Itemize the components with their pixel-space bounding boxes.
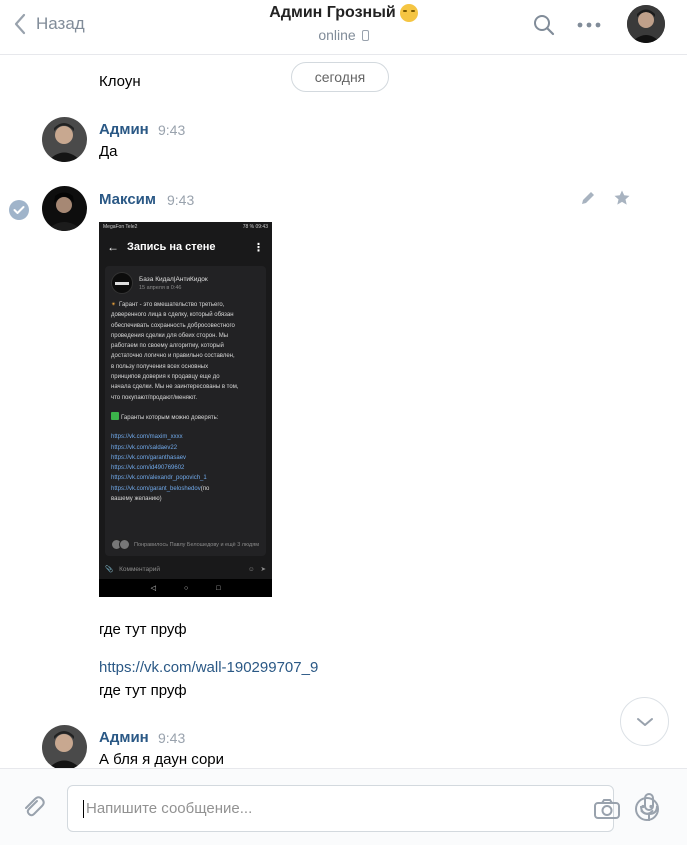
message-time: 9:43	[167, 192, 195, 208]
wall-post: База Кидал|АнтиКидок 15 апреля в 0:46 ✴ Г…	[105, 266, 266, 556]
post-link: https://vk.com/id490769602	[111, 465, 185, 472]
status-right: 78 % 09:43	[242, 224, 268, 230]
post-likes: Понравилось Павлу Белошедову и ещё 3 люд…	[111, 539, 259, 550]
phone-status-bar: MegaFon Tele2 78 % 09:43	[99, 222, 272, 232]
android-nav-bar: ◁ ○ □	[99, 579, 272, 597]
search-button[interactable]	[529, 10, 559, 40]
post-line: Гарант - это вмешательство третьего,	[119, 302, 225, 308]
checkmark-icon	[111, 411, 119, 420]
post-line: в пользу получения всех основных	[111, 363, 209, 370]
likes-text: Понравилось Павлу Белошедову и ещё 3 люд…	[134, 541, 259, 548]
post-date: 15 апреля в 0:46	[139, 284, 182, 291]
message-author[interactable]: Админ	[99, 729, 149, 746]
post-line: принципов доверия к продавцу еще до	[111, 374, 220, 381]
emoji-icon	[399, 4, 418, 22]
paperclip-icon	[25, 796, 45, 817]
avatar[interactable]	[42, 117, 87, 162]
status-left: MegaFon Tele2	[103, 224, 138, 230]
composer: Напишите сообщение...	[0, 768, 687, 845]
message-text: где тут пруф	[99, 621, 187, 638]
check-icon[interactable]	[9, 200, 29, 220]
status-text: online	[318, 27, 356, 43]
message-time: 9:43	[158, 730, 186, 746]
star-icon	[614, 190, 630, 205]
pencil-icon	[582, 192, 594, 204]
avatar[interactable]	[42, 725, 87, 768]
message-time: 9:43	[158, 122, 186, 138]
chat-title-text: Админ Грозный	[269, 4, 396, 21]
camera-button[interactable]	[593, 797, 621, 821]
chevron-down-icon	[636, 717, 653, 726]
smile-icon: ☺	[247, 565, 255, 573]
message-link[interactable]: https://vk.com/wall-190299707_9	[99, 659, 318, 676]
more-button[interactable]	[574, 10, 604, 40]
scroll-down-button[interactable]	[620, 697, 669, 746]
photo-attachment[interactable]: MegaFon Tele2 78 % 09:43 ← Запись на сте…	[99, 222, 272, 597]
post-line: обеспечивать сохранность добросовестного	[111, 322, 235, 329]
post-line: доверенного лица в сделку, который обяза…	[111, 312, 234, 319]
favorite-button[interactable]	[612, 188, 632, 208]
message-text: Да	[99, 143, 118, 160]
message-author[interactable]: Максим	[99, 191, 156, 208]
post-line: что покупают/продают/меняют.	[111, 394, 198, 401]
send-icon: ➤	[260, 566, 266, 573]
post-body: ✴ Гарант - это вмешательство третьего, до…	[111, 300, 260, 504]
post-line: (по	[200, 485, 210, 492]
message-input[interactable]: Напишите сообщение...	[67, 785, 659, 832]
post-author: База Кидал|АнтиКидок	[139, 275, 208, 283]
comment-bar: 📎 Комментарий ☺ ➤	[99, 559, 272, 579]
message-text: Клоун	[99, 73, 141, 90]
edit-button[interactable]	[578, 188, 598, 208]
vertical-dots-icon: ⋮	[253, 241, 264, 254]
wall-post-topbar: ← Запись на стене ⋮	[99, 232, 272, 262]
more-icon	[577, 22, 601, 28]
post-link: https://vk.com/saldaev22	[111, 444, 178, 451]
back-button[interactable]: Назад	[12, 10, 85, 38]
message-text: где тут пруф	[99, 682, 187, 699]
microphone-icon	[640, 793, 658, 821]
nav-recent-icon: □	[216, 584, 221, 592]
comment-placeholder: Комментарий	[119, 565, 161, 573]
message-text: А бля я даун сори	[99, 751, 225, 768]
post-line: вашему желанию)	[111, 496, 162, 503]
chat-header: Назад Админ Грозный online	[0, 0, 687, 55]
message-list[interactable]: Клоун сегодня Админ 9:43 Да Максим 9:43 …	[0, 56, 687, 768]
post-line: Гаранты которым можно доверять:	[121, 414, 219, 421]
avatar[interactable]	[42, 186, 87, 231]
message-author[interactable]: Админ	[99, 121, 149, 138]
date-divider: сегодня	[291, 62, 389, 92]
back-label: Назад	[36, 14, 85, 33]
post-link: https://vk.com/alexandr_popovich_1	[111, 475, 207, 482]
chat-status: online	[318, 27, 369, 43]
search-icon	[534, 15, 555, 36]
post-link: https://vk.com/maxim_xxxx	[111, 434, 183, 441]
header-avatar[interactable]	[627, 5, 665, 43]
wall-post-title: Запись на стене	[127, 241, 216, 253]
voice-message-button[interactable]	[636, 791, 662, 825]
camera-icon	[594, 799, 620, 819]
message-placeholder: Напишите сообщение...	[86, 800, 253, 817]
chevron-left-icon	[14, 13, 26, 35]
chat-title[interactable]: Админ Грозный	[269, 4, 418, 22]
phone-icon	[361, 29, 369, 41]
post-link: https://vk.com/garant_beloshedov	[111, 485, 201, 492]
arrow-left-icon: ←	[107, 240, 119, 254]
sparkle-icon: ✴	[111, 302, 117, 308]
post-line: работаем по своему алгоритму, который	[111, 343, 224, 350]
post-line: проведения сделки для обеих сторон. Мы	[111, 332, 229, 339]
nav-home-icon: ○	[183, 584, 189, 592]
attach-button[interactable]	[19, 793, 49, 823]
group-avatar	[111, 272, 133, 294]
post-link: https://vk.com/garanthasaev	[111, 454, 187, 461]
paperclip-icon: 📎	[105, 566, 114, 573]
post-line: начала сделки. Мы не заинтересованы в то…	[111, 384, 239, 391]
post-line: достаточно логично и правильно составлен…	[111, 353, 235, 360]
nav-back-icon: ◁	[150, 585, 156, 592]
